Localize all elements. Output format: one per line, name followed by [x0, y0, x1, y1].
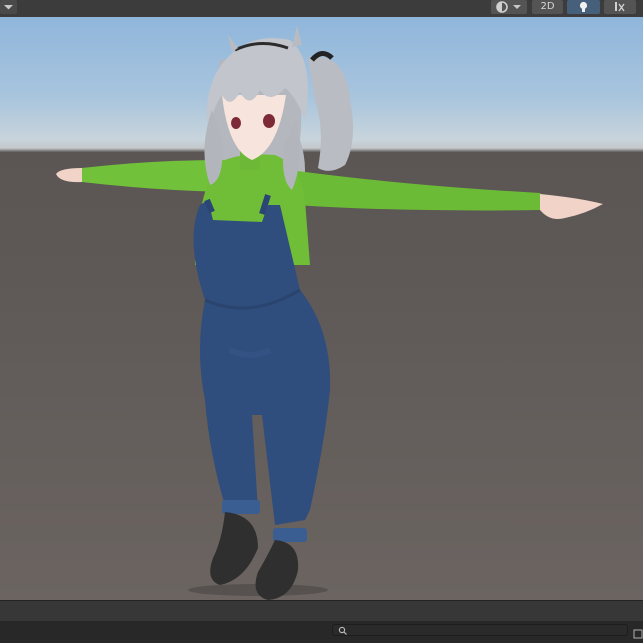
scene-effects-icon	[615, 2, 625, 12]
chevron-down-icon	[4, 5, 13, 10]
scene-toolbar: 2D	[0, 0, 643, 18]
search-field[interactable]	[332, 624, 628, 636]
search-icon	[338, 626, 347, 635]
bottom-panel	[0, 621, 643, 639]
panel-options-button[interactable]	[633, 624, 643, 639]
lightbulb-icon	[579, 1, 588, 12]
avatar-model	[56, 25, 603, 600]
2d-toggle-button[interactable]: 2D	[532, 0, 563, 14]
panel-options-icon	[633, 629, 643, 639]
shading-mode-button[interactable]	[491, 0, 527, 14]
status-bar	[0, 600, 643, 621]
scene-effects-button[interactable]	[604, 0, 636, 14]
lighting-toggle-button[interactable]	[567, 0, 600, 14]
2d-label: 2D	[540, 1, 555, 12]
scene-menu-dropdown[interactable]	[0, 0, 17, 14]
shading-mode-icon	[496, 1, 521, 13]
scene-viewport[interactable]	[0, 17, 643, 600]
